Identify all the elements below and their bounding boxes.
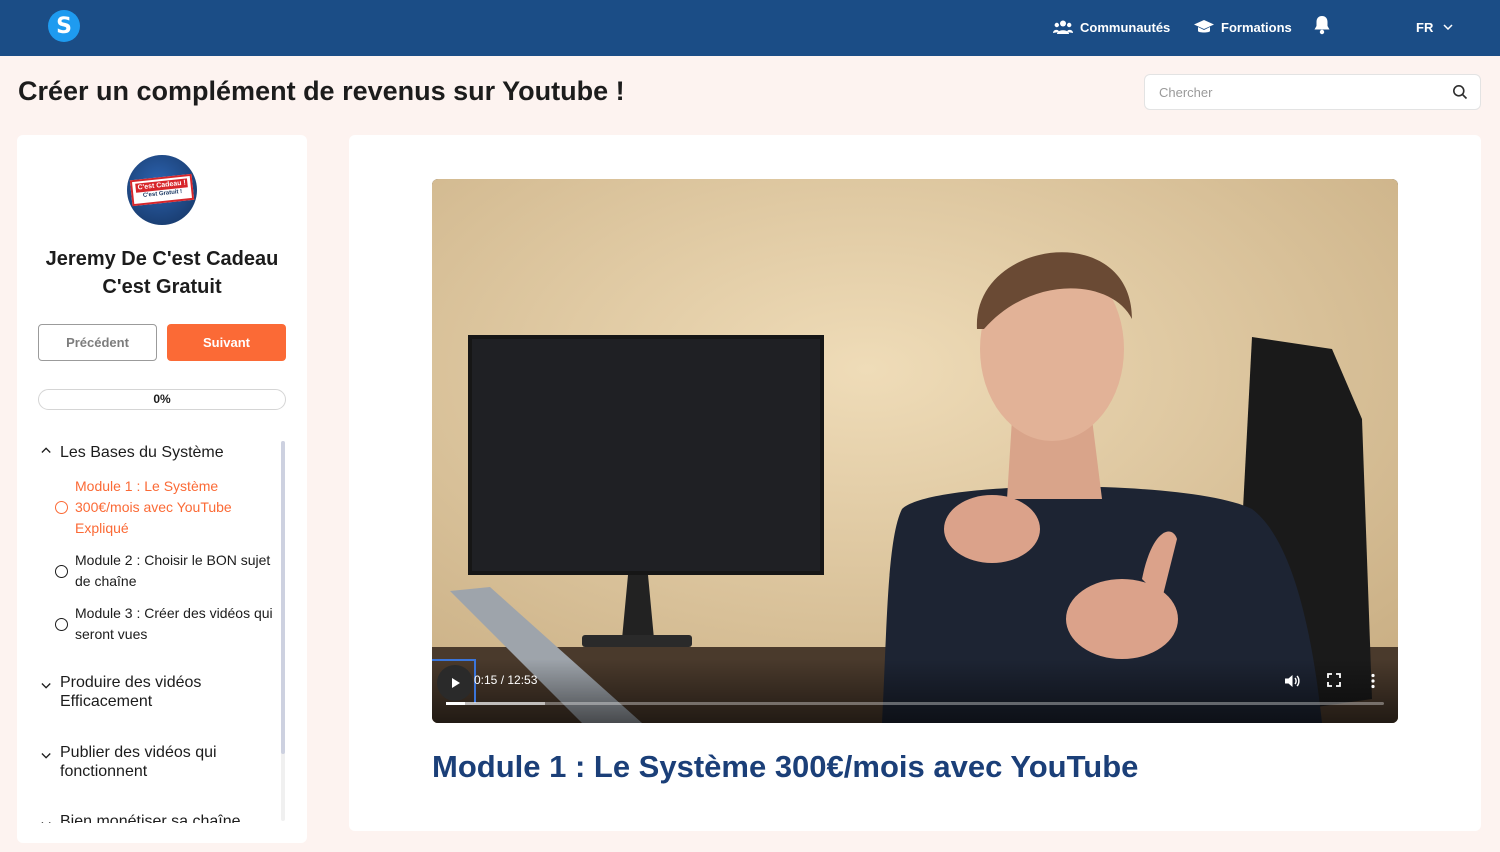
section-monetiser[interactable]: Bien monétiser sa chaîne	[39, 812, 260, 823]
language-selector[interactable]: FR	[1416, 16, 1460, 38]
nav-communities-label: Communautés	[1080, 19, 1171, 35]
lesson-title: Module 3 : Créer des vidéos qui seront v…	[75, 605, 273, 642]
section-title: Produire des vidéos Efficacement	[60, 674, 202, 710]
chevron-down-icon	[41, 822, 51, 823]
radio-circle-icon	[55, 564, 68, 578]
play-icon	[452, 678, 460, 688]
radio-circle-icon	[55, 501, 68, 514]
language-label: FR	[1416, 19, 1434, 35]
chevron-down-icon	[41, 683, 51, 689]
video-player[interactable]: 0:15 / 12:53	[432, 179, 1398, 723]
course-sidebar: C'est Cadeau ! C'est Gratuit ! Jeremy De…	[17, 135, 307, 843]
search-icon[interactable]	[1452, 84, 1468, 100]
lesson-module-2[interactable]: Module 2 : Choisir le BON sujet de chaîn…	[55, 550, 285, 592]
author-name: Jeremy De C'est Cadeau C'est Gratuit	[45, 248, 279, 298]
section-produire[interactable]: Produire des vidéos Efficacement	[39, 673, 260, 711]
graduation-cap-icon	[1194, 20, 1214, 33]
chevron-down-icon	[41, 753, 51, 759]
logo-icon[interactable]: S	[48, 10, 80, 42]
radio-circle-icon	[55, 617, 68, 631]
more-vertical-icon[interactable]	[1370, 673, 1376, 689]
chevron-down-icon	[1443, 24, 1453, 30]
chevron-up-icon	[41, 447, 51, 453]
lesson-title: Module 2 : Choisir le BON sujet de chaîn…	[75, 552, 271, 589]
video-progress-bar[interactable]	[446, 702, 1384, 705]
lesson-module-1[interactable]: Module 1 : Le Système 300€/mois avec You…	[55, 476, 285, 539]
volume-icon[interactable]	[1284, 673, 1300, 689]
video-controls	[432, 659, 1398, 723]
video-played	[446, 702, 465, 705]
fullscreen-icon[interactable]	[1327, 673, 1341, 687]
previous-button[interactable]: Précédent	[38, 324, 157, 361]
course-outline: Les Bases du Système Module 1 : Le Systè…	[17, 435, 307, 823]
notifications-button[interactable]	[1313, 14, 1338, 36]
progress-label: 0%	[153, 392, 171, 406]
search-input[interactable]	[1145, 75, 1435, 109]
lesson-module-3[interactable]: Module 3 : Créer des vidéos qui seront v…	[55, 603, 285, 645]
avatar-badge: C'est Cadeau ! C'est Gratuit !	[129, 173, 195, 207]
lesson-title: Module 1 : Le Système 300€/mois avec You…	[75, 478, 232, 536]
users-icon	[1053, 20, 1073, 34]
nav-communities[interactable]: Communautés	[1053, 16, 1170, 38]
top-navbar: S Communautés Formations FR	[0, 0, 1500, 56]
avatar: C'est Cadeau ! C'est Gratuit !	[127, 155, 197, 225]
section-publier[interactable]: Publier des vidéos qui fonctionnent	[39, 743, 260, 781]
lesson-content: 0:15 / 12:53 Module 1 : Le Système 300€/…	[349, 135, 1481, 831]
progress-bar: 0%	[38, 389, 286, 410]
next-button[interactable]: Suivant	[167, 324, 286, 361]
video-frame	[432, 179, 1398, 723]
nav-formations-label: Formations	[1221, 19, 1292, 35]
nav-formations[interactable]: Formations	[1194, 16, 1292, 38]
bell-icon	[1314, 16, 1330, 35]
section-les-bases[interactable]: Les Bases du Système	[39, 443, 260, 462]
video-time: 0:15 / 12:53	[474, 673, 538, 687]
section-title: Les Bases du Système	[60, 444, 224, 461]
section-title: Bien monétiser sa chaîne	[60, 813, 241, 823]
module-title: Module 1 : Le Système 300€/mois avec You…	[432, 749, 1139, 784]
page-title: Créer un complément de revenus sur Youtu…	[18, 76, 625, 106]
play-button[interactable]	[437, 665, 473, 701]
search-box	[1144, 74, 1481, 110]
section-title: Publier des vidéos qui fonctionnent	[60, 744, 217, 780]
